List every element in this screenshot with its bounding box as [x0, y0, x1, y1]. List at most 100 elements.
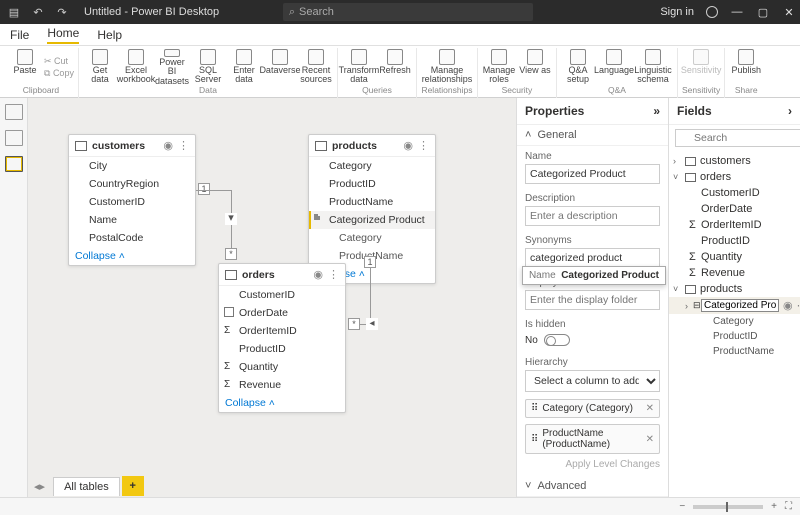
hierarchy-level-pill[interactable]: ⠿Category (Category)✕ — [525, 399, 660, 418]
fields-col[interactable]: OrderDate — [669, 201, 800, 217]
fields-table-products[interactable]: ˅products — [669, 281, 800, 297]
close-button[interactable]: ✕ — [782, 6, 796, 19]
visibility-icon[interactable]: ◉ — [783, 299, 793, 312]
remove-icon[interactable]: ✕ — [646, 434, 654, 445]
hierarchy-add-level-select[interactable]: Select a column to add level... — [525, 370, 660, 392]
fields-col[interactable]: ProductID — [669, 329, 800, 344]
field-quantity[interactable]: ΣQuantity — [219, 358, 345, 376]
more-icon[interactable]: ⋮ — [178, 139, 189, 152]
transform-data-button[interactable]: Transform data — [342, 48, 376, 86]
copy-button[interactable]: ⧉ Copy — [44, 68, 74, 79]
fields-table-customers[interactable]: ›customers — [669, 153, 800, 169]
view-as-button[interactable]: View as — [518, 48, 552, 86]
report-view-button[interactable] — [5, 104, 23, 120]
fields-col[interactable]: ProductName — [669, 344, 800, 359]
fields-col[interactable]: ProductID — [669, 233, 800, 249]
visibility-icon[interactable]: ◉ — [403, 139, 413, 152]
linguistic-schema-button[interactable]: Linguistic schema — [633, 48, 673, 86]
fields-hierarchy-categorized-product[interactable]: › ⊟ ◉ ⋯ — [669, 297, 800, 314]
menu-help[interactable]: Help — [97, 28, 122, 42]
fields-search-input[interactable] — [675, 129, 800, 147]
menu-file[interactable]: File — [10, 28, 29, 42]
more-icon[interactable]: ⋮ — [418, 139, 429, 152]
field-productid[interactable]: ProductID — [309, 175, 435, 193]
signin-link[interactable]: Sign in — [660, 6, 694, 18]
fields-col[interactable]: ΣOrderItemID — [669, 217, 800, 233]
model-view-button[interactable] — [5, 156, 23, 172]
hierarchy-categorized-product[interactable]: Categorized Product — [309, 211, 435, 229]
publish-button[interactable]: Publish — [729, 48, 763, 86]
account-circle-icon[interactable] — [706, 6, 718, 18]
dataverse-button[interactable]: Dataverse — [263, 48, 297, 86]
field-countryregion[interactable]: CountryRegion — [69, 175, 195, 193]
table-customers[interactable]: customers◉⋮ City CountryRegion CustomerI… — [68, 134, 196, 266]
collapse-pane-icon[interactable]: » — [653, 104, 660, 118]
field-productname[interactable]: ProductName — [309, 193, 435, 211]
language-button[interactable]: Language — [597, 48, 631, 86]
field-name[interactable]: Name — [69, 211, 195, 229]
manage-roles-button[interactable]: Manage roles — [482, 48, 516, 86]
field-orderitemid[interactable]: ΣOrderItemID — [219, 322, 345, 340]
synonyms-input[interactable] — [525, 248, 660, 268]
field-orderdate[interactable]: OrderDate — [219, 304, 345, 322]
field-category[interactable]: Category — [309, 157, 435, 175]
fields-col[interactable]: ΣRevenue — [669, 265, 800, 281]
redo-icon[interactable]: ↷ — [52, 6, 72, 19]
maximize-button[interactable]: ▢ — [756, 6, 770, 19]
description-input[interactable] — [525, 206, 660, 226]
model-canvas[interactable]: customers◉⋮ City CountryRegion CustomerI… — [28, 98, 516, 497]
recent-sources-button[interactable]: Recent sources — [299, 48, 333, 86]
field-customerid[interactable]: CustomerID — [69, 193, 195, 211]
menu-home[interactable]: Home — [47, 26, 79, 44]
tab-nav-right-icon[interactable]: ▸ — [40, 480, 46, 493]
save-icon[interactable]: ▤ — [4, 6, 24, 19]
fields-col[interactable]: ΣQuantity — [669, 249, 800, 265]
is-hidden-toggle[interactable]: No — [525, 334, 660, 346]
table-orders[interactable]: orders◉⋮ CustomerID OrderDate ΣOrderItem… — [218, 263, 346, 413]
sql-button[interactable]: SQL Server — [191, 48, 225, 86]
visibility-icon[interactable]: ◉ — [163, 139, 173, 152]
zoom-slider[interactable] — [693, 505, 763, 509]
expand-pane-icon[interactable]: › — [788, 104, 792, 118]
cut-button[interactable]: ✂ Cut — [44, 56, 74, 67]
remove-icon[interactable]: ✕ — [646, 403, 654, 414]
relation-line[interactable] — [196, 190, 231, 191]
section-general[interactable]: ˄General — [525, 129, 660, 141]
visibility-icon[interactable]: ◉ — [313, 268, 323, 281]
field-city[interactable]: City — [69, 157, 195, 175]
section-advanced[interactable]: ˅Advanced — [525, 480, 660, 492]
hierarchy-level-category[interactable]: Category — [309, 229, 435, 247]
excel-button[interactable]: Excel workbook — [119, 48, 153, 86]
pbi-datasets-button[interactable]: Power BI datasets — [155, 48, 189, 86]
tab-all-tables[interactable]: All tables — [53, 477, 120, 496]
fields-col[interactable]: Category — [669, 314, 800, 329]
field-productid[interactable]: ProductID — [219, 340, 345, 358]
name-input[interactable] — [525, 164, 660, 184]
get-data-button[interactable]: Get data — [83, 48, 117, 86]
add-layout-button[interactable]: + — [122, 476, 144, 496]
manage-relationships-button[interactable]: Manage relationships — [421, 48, 473, 86]
collapse-link[interactable]: Collapse ˄ — [219, 394, 345, 412]
data-view-button[interactable] — [5, 130, 23, 146]
title-search[interactable]: ⌕ Search — [283, 3, 533, 21]
hierarchy-level-pill[interactable]: ⠿ProductName (ProductName)✕ — [525, 424, 660, 454]
refresh-button[interactable]: Refresh — [378, 48, 412, 86]
field-customerid[interactable]: CustomerID — [219, 286, 345, 304]
display-folder-input[interactable] — [525, 290, 660, 310]
collapse-link[interactable]: Collapse ˄ — [69, 247, 195, 265]
zoom-in-button[interactable]: + — [771, 501, 777, 512]
rename-input[interactable] — [701, 299, 779, 312]
qa-setup-button[interactable]: Q&A setup — [561, 48, 595, 86]
field-postalcode[interactable]: PostalCode — [69, 229, 195, 247]
minimize-button[interactable]: — — [730, 6, 744, 18]
fit-to-page-button[interactable]: ⛶ — [785, 501, 792, 512]
relation-line[interactable] — [370, 268, 371, 324]
more-icon[interactable]: ⋯ — [797, 299, 800, 312]
enter-data-button[interactable]: Enter data — [227, 48, 261, 86]
undo-icon[interactable]: ↶ — [28, 6, 48, 19]
field-revenue[interactable]: ΣRevenue — [219, 376, 345, 394]
zoom-out-button[interactable]: − — [679, 501, 685, 512]
fields-table-orders[interactable]: ˅orders — [669, 169, 800, 185]
fields-col[interactable]: CustomerID — [669, 185, 800, 201]
paste-button[interactable]: Paste — [8, 48, 42, 86]
